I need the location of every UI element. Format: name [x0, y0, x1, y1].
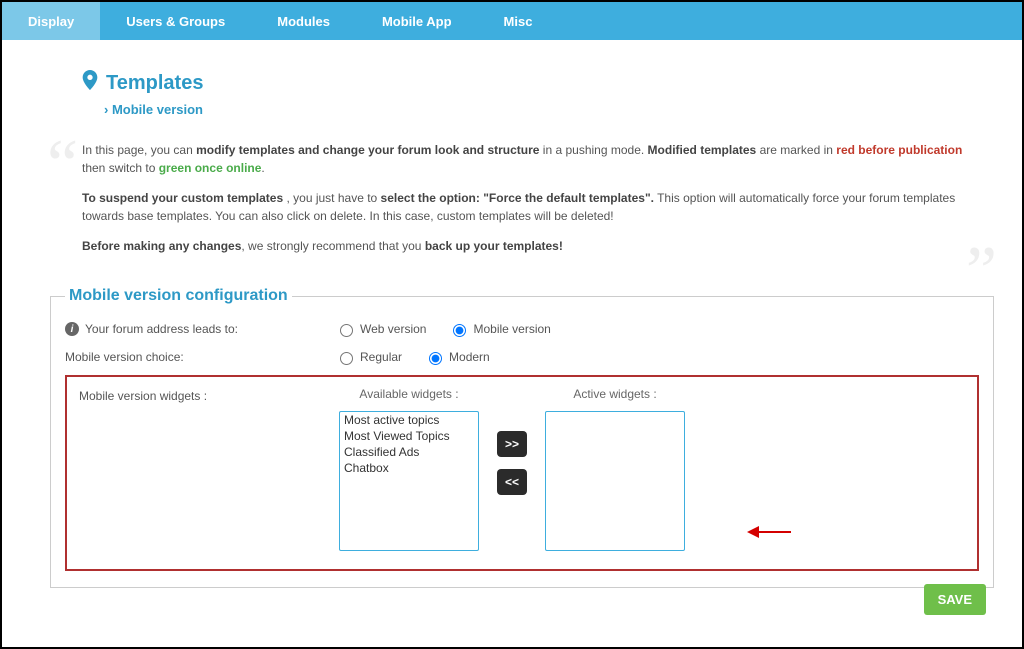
- quote-open-icon: “: [47, 147, 78, 182]
- annotation-arrow-icon: [747, 524, 791, 540]
- page-title: Templates: [106, 72, 203, 95]
- list-item[interactable]: Most Viewed Topics: [340, 428, 478, 444]
- intro-red: red before publication: [836, 143, 962, 157]
- radio-web-version[interactable]: Web version: [335, 321, 426, 337]
- quote-close-icon: ”: [966, 254, 997, 289]
- radio-mobile-version[interactable]: Mobile version: [448, 321, 550, 337]
- top-nav: Display Users & Groups Modules Mobile Ap…: [2, 2, 1022, 40]
- radio-label: Web version: [360, 322, 426, 336]
- available-widgets-list[interactable]: Most active topicsMost Viewed TopicsClas…: [339, 411, 479, 551]
- intro-bold: back up your templates!: [425, 239, 563, 253]
- info-icon[interactable]: i: [65, 322, 79, 336]
- fieldset-legend: Mobile version configuration: [65, 287, 292, 305]
- radio-regular[interactable]: Regular: [335, 349, 402, 365]
- intro-bold: Modified templates: [648, 143, 757, 157]
- intro-text-span: in a pushing mode.: [539, 143, 647, 157]
- row-label: Your forum address leads to:: [85, 322, 238, 336]
- radio-label: Regular: [360, 350, 402, 364]
- tab-users-groups[interactable]: Users & Groups: [100, 2, 251, 40]
- mobile-config-fieldset: Mobile version configuration i Your foru…: [50, 287, 994, 588]
- list-item[interactable]: Classified Ads: [340, 444, 478, 460]
- intro-text-span: , we strongly recommend that you: [241, 239, 424, 253]
- move-right-button[interactable]: >>: [497, 431, 527, 457]
- active-widgets-col: Active widgets :: [545, 387, 685, 551]
- save-button[interactable]: SAVE: [924, 584, 986, 615]
- intro-text-span: are marked in: [756, 143, 836, 157]
- intro-text: “ In this page, you can modify templates…: [32, 117, 1012, 279]
- intro-text-span: then switch to: [82, 161, 159, 175]
- available-widgets-col: Available widgets : Most active topicsMo…: [339, 387, 479, 551]
- radio-modern[interactable]: Modern: [424, 349, 490, 365]
- tab-display[interactable]: Display: [2, 2, 100, 40]
- intro-bold: modify templates and change your forum l…: [196, 143, 539, 157]
- intro-bold: Before making any changes: [82, 239, 241, 253]
- breadcrumb[interactable]: Mobile version: [104, 102, 1012, 117]
- tab-misc[interactable]: Misc: [478, 2, 559, 40]
- tab-modules[interactable]: Modules: [251, 2, 356, 40]
- map-pin-icon: [82, 70, 98, 96]
- radio-label: Modern: [449, 350, 490, 364]
- list-item[interactable]: Chatbox: [340, 460, 478, 476]
- intro-bold: select the option: "Force the default te…: [381, 191, 654, 205]
- intro-text-span: .: [261, 161, 264, 175]
- intro-green: green once online: [159, 161, 262, 175]
- content-panel: Templates Mobile version “ In this page,…: [32, 40, 1012, 637]
- available-header: Available widgets :: [359, 387, 458, 401]
- row-forum-address: i Your forum address leads to: Web versi…: [65, 315, 979, 343]
- active-header: Active widgets :: [573, 387, 656, 401]
- widgets-label: Mobile version widgets :: [79, 387, 329, 403]
- row-mobile-choice: Mobile version choice: Regular Modern: [65, 343, 979, 371]
- page-header: Templates Mobile version: [32, 40, 1012, 117]
- tab-mobile-app[interactable]: Mobile App: [356, 2, 478, 40]
- active-widgets-list[interactable]: [545, 411, 685, 551]
- intro-text-span: In this page, you can: [82, 143, 196, 157]
- radio-label: Mobile version: [473, 322, 550, 336]
- widgets-highlight-box: Mobile version widgets : Available widge…: [65, 375, 979, 571]
- list-item[interactable]: Most active topics: [340, 412, 478, 428]
- intro-bold: To suspend your custom templates: [82, 191, 283, 205]
- move-left-button[interactable]: <<: [497, 469, 527, 495]
- row-label: Mobile version choice:: [65, 350, 184, 364]
- intro-text-span: , you just have to: [283, 191, 380, 205]
